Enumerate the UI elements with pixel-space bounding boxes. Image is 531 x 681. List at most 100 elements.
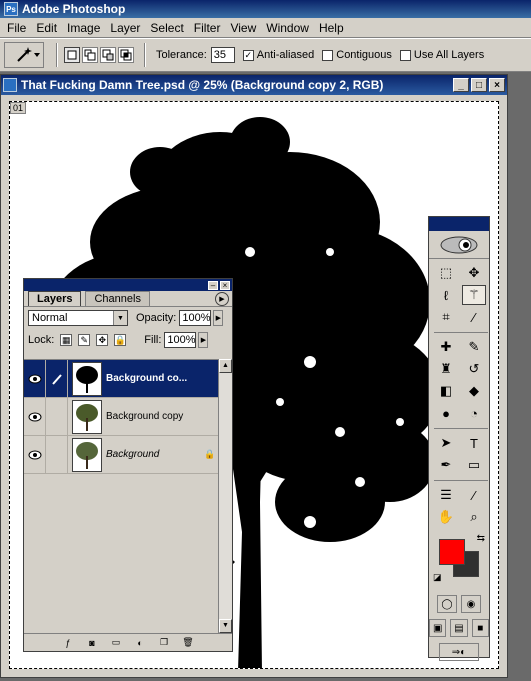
palette-close-button[interactable]: × [220,280,230,290]
swap-colors-icon[interactable]: ⇆ [477,533,485,544]
layer-lock-icon: 🔒 [204,449,216,459]
menu-select[interactable]: Select [145,21,188,35]
menu-help[interactable]: Help [314,21,349,35]
maximize-button[interactable]: □ [471,78,487,92]
eye-icon [28,374,41,383]
slice-tool-icon[interactable]: ∕ [462,307,486,327]
layer-row-background[interactable]: Background 🔒 [24,435,220,474]
anti-aliased-checkbox[interactable]: ✓ Anti-aliased [242,49,315,61]
eraser-tool-icon[interactable]: ◧ [434,381,458,401]
tab-channels[interactable]: Channels [85,291,150,306]
brush-tool-icon[interactable]: ✎ [462,337,486,357]
trash-icon[interactable]: 🗑 [182,637,194,649]
blend-mode-select[interactable]: Normal ▼ [28,310,128,326]
subtract-from-selection-button[interactable] [100,47,116,63]
menu-edit[interactable]: Edit [31,21,62,35]
new-selection-button[interactable] [64,47,80,63]
healing-brush-icon[interactable]: ✚ [434,337,458,357]
toolbox-titlebar[interactable] [429,217,489,231]
menu-layer[interactable]: Layer [105,21,145,35]
paint-bucket-icon[interactable]: ◆ [462,381,486,401]
document-titlebar[interactable]: That Fucking Damn Tree.psd @ 25% (Backgr… [1,75,507,95]
layer-style-icon[interactable]: ƒ [62,637,74,649]
layer-list-scrollbar[interactable]: ▲ ▼ [218,359,232,633]
layers-palette-titlebar[interactable]: – × [24,279,232,291]
marquee-tool-icon[interactable]: ⬚ [434,263,458,283]
jump-to-imageready-button[interactable]: ⇒◐ [439,643,479,661]
toolbox-logo[interactable] [429,231,489,259]
eyedropper-icon[interactable]: ⁄ [462,485,486,505]
new-set-folder-icon[interactable]: ▭ [110,637,122,649]
anti-aliased-check-box[interactable]: ✓ [242,49,254,61]
visibility-eye-icon[interactable] [24,435,46,474]
new-layer-icon[interactable]: ❐ [158,637,170,649]
clone-stamp-icon[interactable]: ♜ [434,359,458,379]
menu-window[interactable]: Window [261,21,314,35]
shape-tool-icon[interactable]: ▭ [462,455,486,475]
palette-menu-button[interactable]: ▶ [215,292,229,306]
tolerance-input[interactable] [210,47,235,63]
fill-input[interactable]: 100% [164,332,197,348]
use-all-layers-check-box[interactable] [399,49,411,61]
lock-position-icon[interactable]: ✥ [96,334,109,346]
lock-brush-icon[interactable]: ✎ [78,334,91,346]
menu-file[interactable]: File [2,21,31,35]
lock-transparency-icon[interactable]: ▦ [60,334,73,346]
default-colors-icon[interactable]: ◪ [433,572,442,583]
move-tool-icon[interactable]: ✥ [462,263,486,283]
visibility-eye-icon[interactable] [24,359,46,398]
standard-mode-button[interactable]: ◯ [437,595,457,613]
intersect-selection-button[interactable] [118,47,134,63]
pen-tool-icon[interactable]: ✒ [434,455,458,475]
link-cell[interactable] [46,397,68,436]
tool-preset-picker[interactable] [4,42,44,68]
blur-tool-icon[interactable]: ● [434,403,458,423]
minimize-button[interactable]: _ [453,78,469,92]
layer-row-background-copy-2[interactable]: Background co... [24,359,220,398]
contiguous-check-box[interactable] [322,49,334,61]
layer-row-background-copy[interactable]: Background copy [24,397,220,436]
opacity-slider-button[interactable]: ▶ [213,310,224,326]
add-selection-icon [84,49,96,61]
add-to-selection-button[interactable] [82,47,98,63]
add-mask-icon[interactable]: ◙ [86,637,98,649]
palette-minimize-button[interactable]: – [208,280,218,290]
visibility-eye-icon[interactable] [24,397,46,436]
options-bar: Tolerance: ✓ Anti-aliased Contiguous Use… [0,38,531,72]
foreground-color-swatch[interactable] [439,539,465,565]
standard-screen-button[interactable]: ▣ [429,619,447,637]
tool-grid: ⬚ ✥ ℓ ⚚ ⌗ ∕ ✚ ✎ ♜ ↺ ◧ ◆ ● ◔ ➤ T ✒ ▭ ☰ ⁄ … [429,259,489,527]
type-tool-icon[interactable]: T [462,433,486,453]
menu-image[interactable]: Image [62,21,105,35]
adjustment-layer-icon[interactable]: ◐ [134,637,146,649]
history-brush-icon[interactable]: ↺ [462,359,486,379]
opacity-input[interactable]: 100% [179,310,212,326]
fill-slider-button[interactable]: ▶ [198,332,209,348]
lasso-tool-icon[interactable]: ℓ [434,285,458,305]
menu-view[interactable]: View [225,21,261,35]
use-all-layers-checkbox[interactable]: Use All Layers [399,49,484,61]
quick-mask-button[interactable]: ◉ [461,595,481,613]
full-screen-menu-button[interactable]: ▤ [450,619,468,637]
contiguous-checkbox[interactable]: Contiguous [322,49,392,61]
scroll-up-button[interactable]: ▲ [219,359,232,373]
notes-tool-icon[interactable]: ☰ [434,485,458,505]
zoom-tool-icon[interactable]: ⌕ [462,507,486,527]
anti-aliased-label: Anti-aliased [256,49,315,61]
magic-wand-tool-icon[interactable]: ⚚ [462,285,486,305]
close-button[interactable]: × [489,78,505,92]
screen-mode-row: ▣ ▤ ■ [429,619,489,637]
intersect-selection-icon [120,49,132,61]
tab-layers[interactable]: Layers [28,291,82,306]
link-cell[interactable] [46,435,68,474]
lock-all-icon[interactable]: 🔒 [114,334,127,346]
hand-tool-icon[interactable]: ✋ [434,507,458,527]
scroll-down-button[interactable]: ▼ [219,619,232,633]
menu-filter[interactable]: Filter [189,21,226,35]
path-selection-icon[interactable]: ➤ [434,433,458,453]
crop-tool-icon[interactable]: ⌗ [434,307,458,327]
paintbrush-icon [51,373,62,385]
full-screen-button[interactable]: ■ [471,619,489,637]
contiguous-label: Contiguous [336,49,392,61]
dodge-tool-icon[interactable]: ◔ [462,403,486,423]
